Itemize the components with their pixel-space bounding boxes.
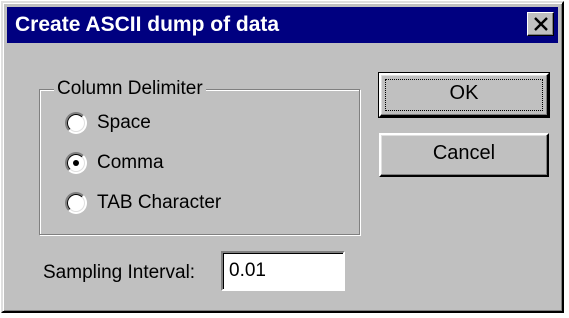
ok-button-label: OK <box>449 82 479 104</box>
radio-space-button[interactable] <box>65 112 87 134</box>
column-delimiter-label: Column Delimiter <box>54 75 206 103</box>
dialog-title: Create ASCII dump of data <box>15 13 280 36</box>
sampling-interval-label: Sampling Interval: <box>43 262 196 283</box>
sampling-interval-input[interactable] <box>221 251 345 291</box>
title-bar[interactable]: Create ASCII dump of data <box>7 7 558 43</box>
radio-comma-label[interactable]: Comma <box>97 152 164 174</box>
radio-tab[interactable]: TAB Character <box>65 189 221 217</box>
dialog-window: Create ASCII dump of data Column Delimit… <box>1 1 564 313</box>
radio-comma-button[interactable] <box>65 152 87 174</box>
close-icon <box>534 17 548 31</box>
ok-button[interactable]: OK <box>378 72 550 118</box>
radio-comma[interactable]: Comma <box>65 149 164 177</box>
radio-space-label[interactable]: Space <box>97 112 151 134</box>
cancel-button-label: Cancel <box>432 142 496 164</box>
close-button[interactable] <box>527 12 554 36</box>
radio-selected-dot <box>73 160 79 166</box>
cancel-button[interactable]: Cancel <box>379 133 549 177</box>
radio-tab-label[interactable]: TAB Character <box>97 192 221 214</box>
radio-space[interactable]: Space <box>65 109 151 137</box>
radio-tab-button[interactable] <box>65 192 87 214</box>
